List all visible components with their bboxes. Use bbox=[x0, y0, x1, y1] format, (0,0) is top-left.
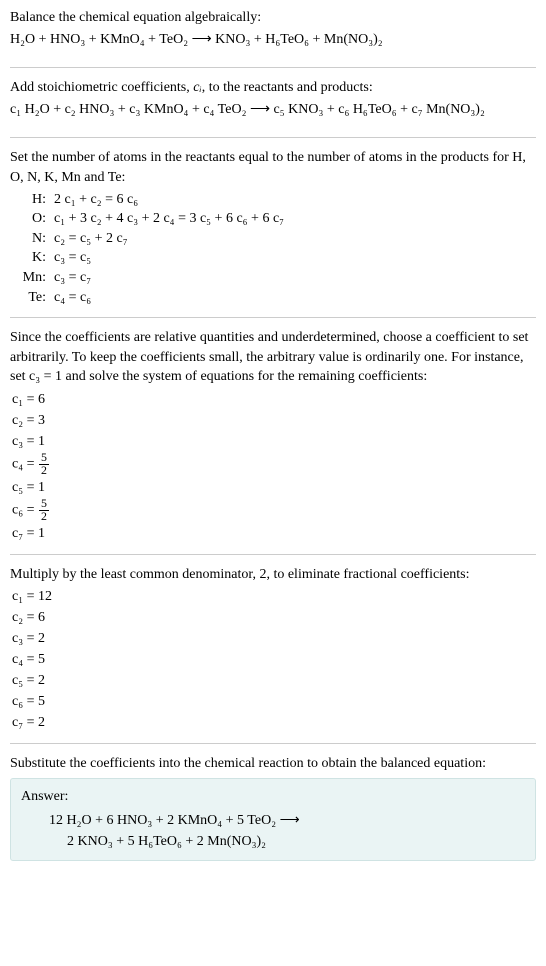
intro-text-b: , to the reactants and products: bbox=[202, 80, 373, 95]
add-coeffs-intro: Add stoichiometric coefficients, cᵢ, to … bbox=[10, 78, 536, 98]
coef-line: c₇ = 1 bbox=[12, 523, 536, 544]
table-row: Te: c₄ = c₆ bbox=[16, 288, 536, 308]
fraction-den: 2 bbox=[39, 465, 49, 477]
substitute-intro: Substitute the coefficients into the che… bbox=[10, 754, 536, 774]
coeff-equation: c₁ H₂O + c₂ HNO₃ + c₃ KMnO₄ + c₄ TeO₂ ⟶ … bbox=[10, 100, 536, 120]
atom-balance-intro: Set the number of atoms in the reactants… bbox=[10, 148, 536, 187]
section-solve-initial: Since the coefficients are relative quan… bbox=[10, 328, 536, 554]
coef-line: c₁ = 12 bbox=[12, 586, 536, 607]
atom-balance-table: H: 2 c₁ + c₂ = 6 c₆ O: c₁ + 3 c₂ + 4 c₃ … bbox=[16, 190, 536, 308]
ci-symbol: cᵢ bbox=[193, 80, 201, 95]
section-problem: Balance the chemical equation algebraica… bbox=[10, 8, 536, 68]
coef-line: c₇ = 2 bbox=[12, 712, 536, 733]
coef-line: c₃ = 2 bbox=[12, 628, 536, 649]
element-label: H: bbox=[16, 190, 46, 210]
multiply-intro: Multiply by the least common denominator… bbox=[10, 565, 536, 585]
coef-line: c₂ = 6 bbox=[12, 607, 536, 628]
element-equation: c₁ + 3 c₂ + 4 c₃ + 2 c₄ = 3 c₅ + 6 c₆ + … bbox=[54, 209, 284, 229]
element-equation: c₃ = c₅ bbox=[54, 248, 91, 268]
coef-line: c₂ = 3 bbox=[12, 410, 536, 431]
balanced-equation-line2: 2 KNO₃ + 5 H₆TeO₆ + 2 Mn(NO₃)₂ bbox=[67, 831, 525, 852]
unbalanced-equation: H₂O + HNO₃ + KMnO₄ + TeO₂ ⟶ KNO₃ + H₆TeO… bbox=[10, 30, 536, 50]
coef-prefix: c₄ = bbox=[12, 457, 38, 472]
element-label: O: bbox=[16, 209, 46, 229]
coef-line: c₆ = 5 bbox=[12, 691, 536, 712]
element-equation: c₃ = c₇ bbox=[54, 268, 91, 288]
coef-line: c₄ = 5 bbox=[12, 649, 536, 670]
balanced-equation: 12 H₂O + 6 HNO₃ + 2 KMnO₄ + 5 TeO₂ ⟶ 2 K… bbox=[49, 810, 525, 852]
table-row: Mn: c₃ = c₇ bbox=[16, 268, 536, 288]
element-label: N: bbox=[16, 229, 46, 249]
table-row: O: c₁ + 3 c₂ + 4 c₃ + 2 c₄ = 3 c₅ + 6 c₆… bbox=[16, 209, 536, 229]
element-label: K: bbox=[16, 248, 46, 268]
table-row: N: c₂ = c₅ + 2 c₇ bbox=[16, 229, 536, 249]
table-row: K: c₃ = c₅ bbox=[16, 248, 536, 268]
coefficient-list-final: c₁ = 12 c₂ = 6 c₃ = 2 c₄ = 5 c₅ = 2 c₆ =… bbox=[12, 586, 536, 733]
solve-intro: Since the coefficients are relative quan… bbox=[10, 328, 536, 387]
element-label: Te: bbox=[16, 288, 46, 308]
section-add-coeffs: Add stoichiometric coefficients, cᵢ, to … bbox=[10, 78, 536, 138]
element-equation: c₂ = c₅ + 2 c₇ bbox=[54, 229, 128, 249]
coef-line: c₅ = 2 bbox=[12, 670, 536, 691]
problem-intro: Balance the chemical equation algebraica… bbox=[10, 8, 536, 28]
element-equation: 2 c₁ + c₂ = 6 c₆ bbox=[54, 190, 138, 210]
coef-line: c₁ = 6 bbox=[12, 389, 536, 410]
answer-box: Answer: 12 H₂O + 6 HNO₃ + 2 KMnO₄ + 5 Te… bbox=[10, 778, 536, 862]
coef-line: c₅ = 1 bbox=[12, 477, 536, 498]
element-label: Mn: bbox=[16, 268, 46, 288]
coef-line: c₄ = 52 bbox=[12, 452, 536, 477]
coefficient-list: c₁ = 6 c₂ = 3 c₃ = 1 c₄ = 52 c₅ = 1 c₆ =… bbox=[12, 389, 536, 544]
section-multiply: Multiply by the least common denominator… bbox=[10, 565, 536, 745]
fraction-den: 2 bbox=[39, 511, 49, 523]
coef-prefix: c₆ = bbox=[12, 502, 38, 517]
table-row: H: 2 c₁ + c₂ = 6 c₆ bbox=[16, 190, 536, 210]
fraction: 52 bbox=[39, 498, 49, 523]
coef-line: c₆ = 52 bbox=[12, 498, 536, 523]
element-equation: c₄ = c₆ bbox=[54, 288, 91, 308]
section-atom-balance: Set the number of atoms in the reactants… bbox=[10, 148, 536, 318]
section-answer: Substitute the coefficients into the che… bbox=[10, 754, 536, 861]
balanced-equation-line1: 12 H₂O + 6 HNO₃ + 2 KMnO₄ + 5 TeO₂ ⟶ bbox=[49, 810, 525, 831]
intro-text-a: Add stoichiometric coefficients, bbox=[10, 80, 193, 95]
coef-line: c₃ = 1 bbox=[12, 431, 536, 452]
fraction: 52 bbox=[39, 452, 49, 477]
answer-label: Answer: bbox=[21, 787, 525, 807]
